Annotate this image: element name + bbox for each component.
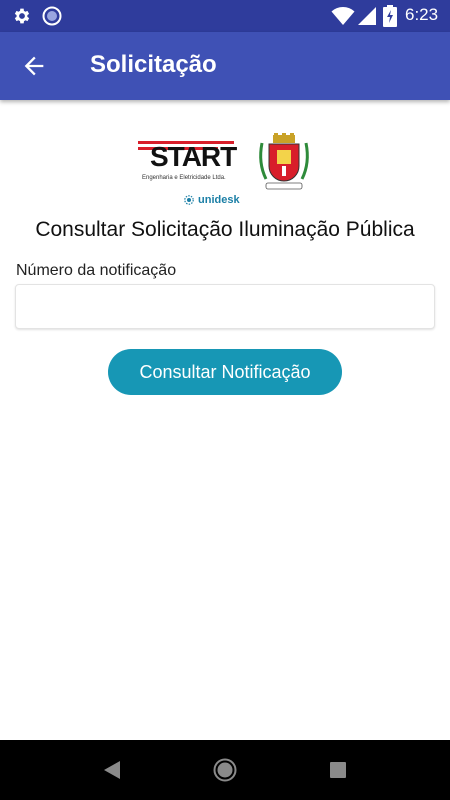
nav-home-icon[interactable] [213,758,237,782]
logos: START Engenharia e Eletricidade Ltda. un… [134,133,316,211]
municipal-crest-icon [259,133,309,190]
nav-back-icon[interactable] [102,759,122,781]
start-logo-subtitle: Engenharia e Eletricidade Ltda. [142,175,226,181]
notification-number-input[interactable] [15,284,435,329]
unidesk-icon [184,195,194,205]
disc-icon [42,6,62,26]
arrow-back-icon[interactable] [20,52,48,80]
start-logo-word: START [150,141,237,172]
page-title: Solicitação [90,51,217,78]
wifi-icon [331,7,355,25]
consult-notification-button[interactable]: Consultar Notificação [108,349,342,395]
nav-recent-icon[interactable] [329,761,347,779]
unidesk-logo: unidesk [198,194,240,206]
navigation-bar [0,740,450,800]
gear-icon [14,8,30,24]
status-bar: 6:23 [0,0,450,32]
start-logo: START Engenharia e Eletricidade Ltda. un… [134,133,240,211]
battery-icon [383,5,397,27]
form-heading: Consultar Solicitação Iluminação Pública [35,218,415,241]
app-bar: Solicitação [0,32,450,100]
cell-signal-icon [358,7,376,25]
status-time: 6:23 [405,5,439,24]
field-label: Número da notificação [16,262,177,279]
